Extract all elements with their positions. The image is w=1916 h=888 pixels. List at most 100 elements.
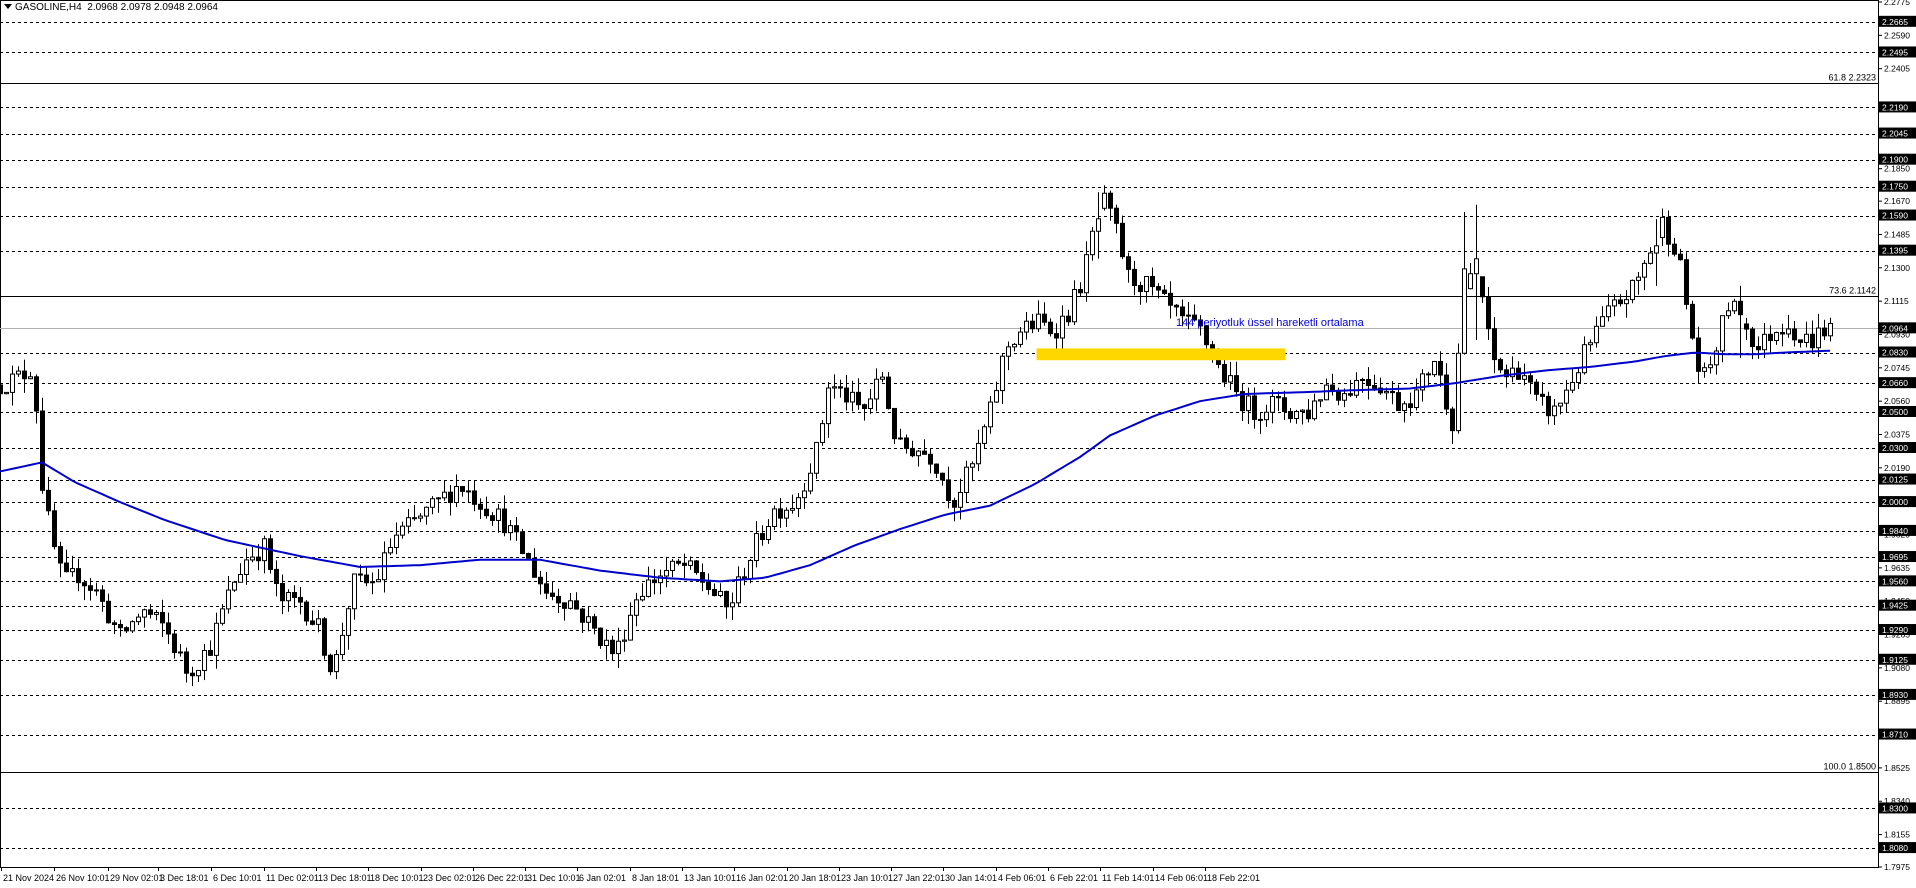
candle-body: [646, 579, 651, 597]
candle-body: [10, 373, 15, 393]
candle-body: [154, 612, 159, 615]
chart-area[interactable]: 61.8 2.2323 73.6 2.1142 100.0 1.8500 144 pe…: [0, 0, 1916, 888]
y-tick-label: 1.8155: [1884, 830, 1910, 840]
candle-body: [934, 463, 939, 474]
level-price-badge: 1.9695: [1882, 552, 1908, 562]
candle-body: [1768, 333, 1773, 342]
candle-body: [1792, 328, 1797, 341]
candle-body: [1114, 207, 1119, 224]
candle-body: [1540, 393, 1545, 397]
candle-body: [796, 497, 801, 509]
candle-body: [160, 612, 165, 624]
candle-body: [514, 525, 519, 533]
x-tick-label: 6 Jan 02:01: [579, 873, 626, 883]
price-chart[interactable]: 61.8 2.2323 73.6 2.1142 100.0 1.8500 144 pe…: [0, 0, 1916, 888]
candle-body: [1462, 268, 1467, 354]
y-tick-label: 1.8525: [1884, 763, 1910, 773]
level-price-badge: 2.1750: [1882, 182, 1908, 192]
candle-body: [280, 582, 285, 602]
candle-body: [1702, 367, 1707, 372]
candle-body: [862, 404, 867, 410]
candle-body: [214, 622, 219, 656]
candle-body: [856, 391, 861, 406]
candle-body: [640, 595, 645, 601]
candle-body: [1822, 327, 1827, 337]
candle-body: [1084, 254, 1089, 294]
y-tick-label: 2.1485: [1884, 229, 1910, 239]
candle-body: [1480, 276, 1485, 298]
candle-body: [1252, 395, 1257, 420]
x-tick-label: 13 Jan 10:01: [684, 873, 736, 883]
candle-body: [568, 600, 573, 609]
candle-body: [1102, 192, 1107, 209]
candle-body: [1744, 323, 1749, 330]
candle-body: [604, 639, 609, 647]
candle-body: [490, 515, 495, 521]
candle-body: [916, 450, 921, 457]
candle-body: [1000, 355, 1005, 392]
candle-body: [1342, 393, 1347, 401]
candle-body: [1186, 314, 1191, 317]
candle-body: [1030, 320, 1035, 330]
candle-body: [826, 387, 831, 425]
candle-body: [1078, 289, 1083, 294]
candle-body: [1090, 230, 1095, 256]
ema-annotation: 144 periyotluk üssel hareketli ortalama: [1176, 317, 1365, 329]
candle-body: [1408, 403, 1413, 409]
candle-body: [928, 453, 933, 465]
candle-body: [1678, 253, 1683, 261]
y-tick-label: 2.2405: [1884, 64, 1910, 74]
candle-body: [1132, 268, 1137, 287]
x-tick-label: 18 Dec 10:01: [370, 873, 424, 883]
candle-body: [316, 618, 321, 625]
candle-body: [1366, 378, 1371, 387]
candle-body: [1300, 409, 1305, 412]
x-tick-label: 21 Nov 2024: [3, 873, 54, 883]
candle-body: [118, 624, 123, 629]
level-price-badge: 2.2665: [1882, 17, 1908, 27]
candle-body: [1294, 410, 1299, 420]
level-price-badge: 2.2495: [1882, 47, 1908, 57]
candle-body: [328, 654, 333, 673]
candle-body: [1060, 315, 1065, 339]
candle-body: [1666, 216, 1671, 245]
candle-body: [370, 581, 375, 584]
candle-body: [874, 378, 879, 400]
candle-body: [1360, 378, 1365, 381]
x-tick-label: 31 Dec 10:01: [527, 873, 581, 883]
candle-body: [1054, 333, 1059, 339]
ohlc-values: 2.0968 2.0978 2.0948 2.0964: [87, 2, 218, 13]
candle-body: [1390, 390, 1395, 394]
candle-body: [922, 450, 927, 455]
candle-body: [574, 600, 579, 610]
candle-body: [124, 627, 129, 632]
candle-body: [1066, 315, 1071, 323]
candle-body: [1120, 222, 1125, 258]
candle-body: [484, 508, 489, 517]
candle-body: [1750, 328, 1755, 348]
candle-body: [1108, 192, 1113, 209]
candle-body: [958, 491, 963, 508]
candle-body: [976, 442, 981, 465]
candle-body: [22, 370, 27, 380]
candle-body: [898, 437, 903, 440]
candle-body: [1444, 374, 1449, 410]
y-tick-label: 2.2590: [1884, 30, 1910, 40]
candle-body: [1780, 332, 1785, 335]
candle-body: [208, 649, 213, 656]
candle-body: [802, 490, 807, 499]
level-price-badge: 1.9125: [1882, 655, 1908, 665]
candle-body: [1810, 333, 1815, 349]
candles: [0, 185, 1833, 687]
candle-body: [76, 568, 81, 584]
candle-body: [220, 608, 225, 624]
candle-body: [1564, 389, 1569, 404]
candle-body: [1150, 275, 1155, 288]
candle-body: [712, 588, 717, 597]
candle-body: [412, 517, 417, 520]
candle-body: [1576, 372, 1581, 384]
candle-body: [1432, 360, 1437, 376]
candle-body: [1804, 333, 1809, 343]
candle-body: [790, 507, 795, 511]
candle-body: [538, 576, 543, 585]
